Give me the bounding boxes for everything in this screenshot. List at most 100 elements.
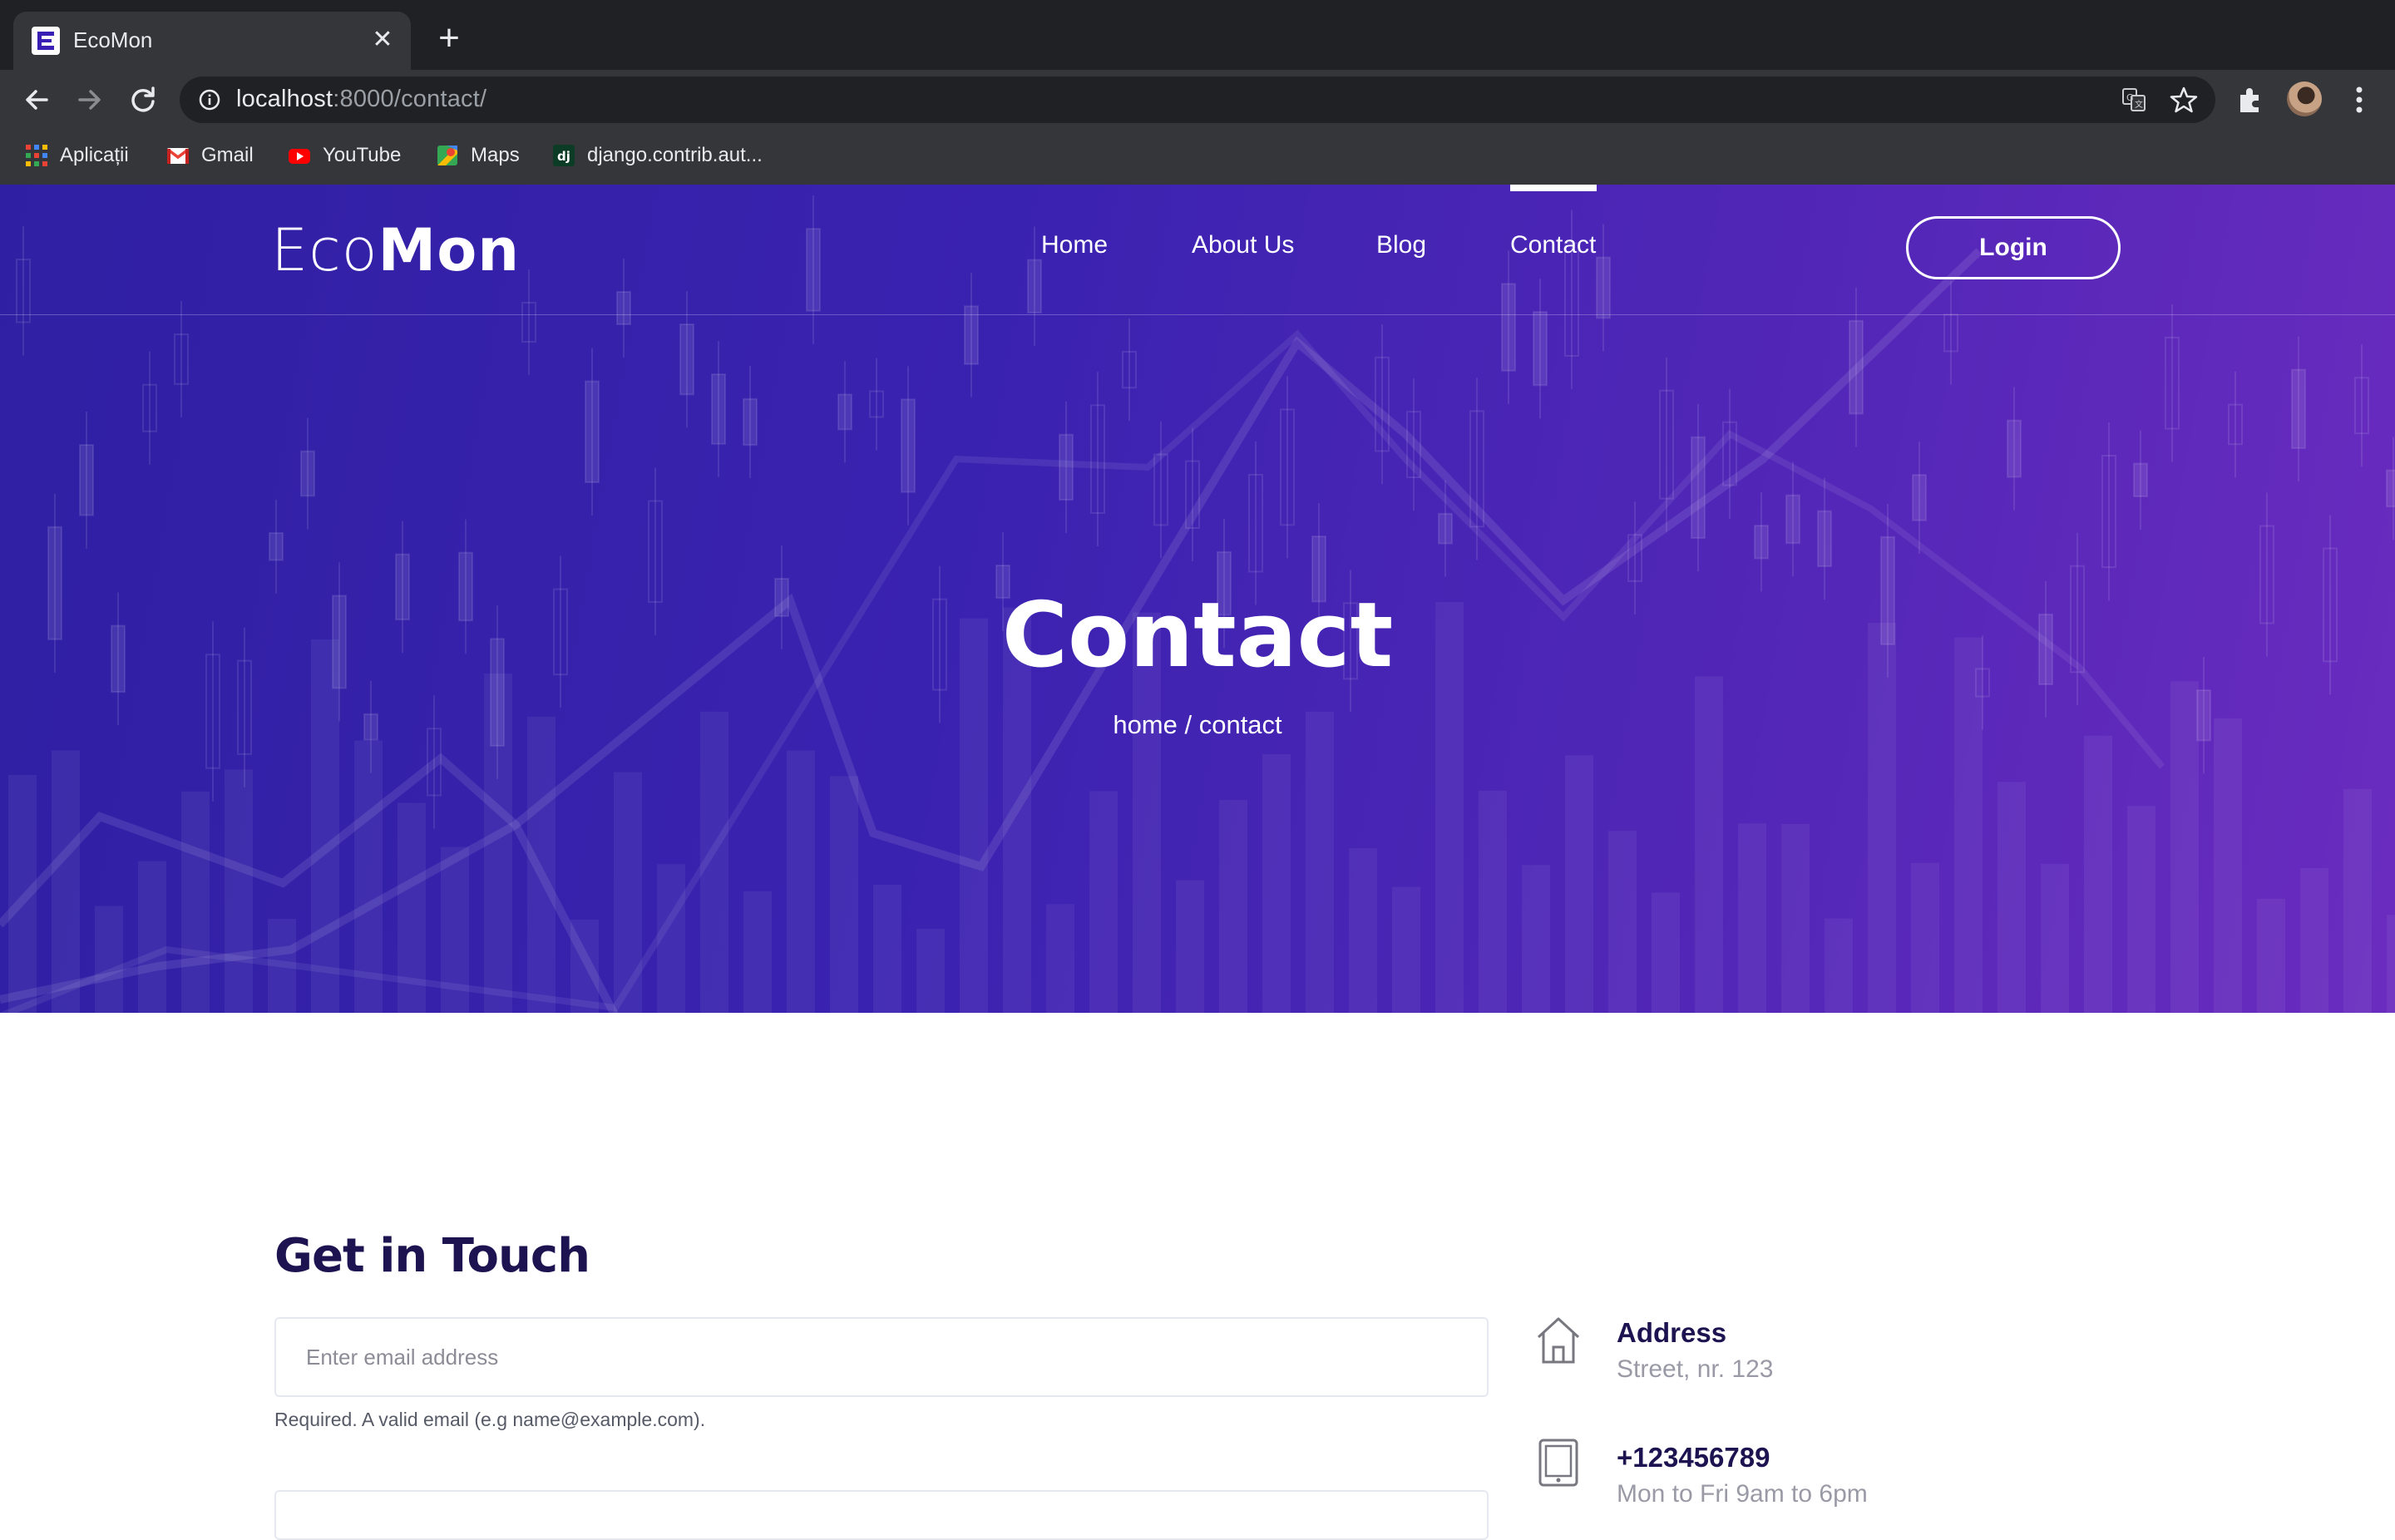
address-bar[interactable]: localhost:8000/contact/ G 文 xyxy=(180,77,2215,123)
background-candlestick xyxy=(2133,430,2148,530)
nav-home[interactable]: Home xyxy=(1041,231,1108,259)
background-volume-bar xyxy=(95,906,123,1013)
background-volume-bar xyxy=(873,884,901,1013)
background-volume-bar xyxy=(787,750,815,1013)
bookmark-apps[interactable]: Aplicații xyxy=(25,138,129,173)
section-title: Get in Touch xyxy=(274,1229,590,1283)
background-volume-bar xyxy=(1349,848,1377,1013)
logo-bold-text: Mon xyxy=(378,216,521,284)
background-volume-bar xyxy=(1219,799,1247,1013)
background-volume-bar xyxy=(1781,823,1810,1013)
background-volume-bar xyxy=(1652,892,1680,1013)
background-volume-bar xyxy=(1306,711,1334,1013)
background-volume-bar xyxy=(743,891,772,1013)
bookmark-django[interactable]: dj django.contrib.aut... xyxy=(552,138,763,173)
background-candlestick xyxy=(1090,372,1105,546)
bookmark-star-icon[interactable] xyxy=(2169,85,2199,115)
background-volume-bar xyxy=(2214,718,2242,1013)
logo-light-text: Eco xyxy=(271,216,378,284)
bookmark-label: Aplicații xyxy=(60,144,129,166)
background-candlestick xyxy=(585,348,600,516)
page-title: Contact xyxy=(1001,584,1394,688)
new-tab-icon[interactable]: + xyxy=(432,20,466,57)
bookmark-label: Gmail xyxy=(201,144,254,166)
nav-blog[interactable]: Blog xyxy=(1376,231,1426,259)
tablet-icon xyxy=(1538,1439,1578,1487)
tab-title: EcoMon xyxy=(73,27,153,52)
bookmark-maps[interactable]: Maps xyxy=(436,138,520,173)
browser-chrome: EcoMon ✕ + localhost:8000/contact/ G 文 A… xyxy=(0,0,2395,185)
background-candlestick xyxy=(1785,462,1800,577)
background-candlestick xyxy=(174,301,189,417)
background-candlestick xyxy=(711,341,726,477)
nav-about-us[interactable]: About Us xyxy=(1192,231,1294,259)
reload-icon[interactable] xyxy=(123,80,163,120)
background-volume-bar xyxy=(2127,806,2156,1013)
background-candlestick xyxy=(2354,344,2369,467)
bookmark-label: YouTube xyxy=(323,144,402,166)
phone-hours: Mon to Fri 9am to 6pm xyxy=(1617,1480,1868,1508)
site-info-icon[interactable] xyxy=(198,88,221,111)
translate-icon[interactable]: G 文 xyxy=(2121,86,2147,113)
background-candlestick xyxy=(300,417,315,530)
background-volume-bar xyxy=(1997,782,2026,1013)
email-help-text: Required. A valid email (e.g name@exampl… xyxy=(274,1409,706,1430)
bookmark-label: django.contrib.aut... xyxy=(587,144,763,166)
background-volume-bar xyxy=(1825,918,1853,1013)
tab-strip: EcoMon ✕ + xyxy=(0,0,2395,70)
svg-text:G: G xyxy=(2126,92,2134,103)
background-volume-bar xyxy=(1392,886,1420,1013)
background-volume-bar xyxy=(1262,753,1291,1013)
svg-text:文: 文 xyxy=(2135,99,2143,110)
background-candlestick xyxy=(1280,376,1295,559)
back-arrow-icon[interactable] xyxy=(17,80,57,120)
background-candlestick xyxy=(2101,422,2116,601)
background-volume-bar xyxy=(1911,862,1939,1013)
forward-arrow-icon[interactable] xyxy=(70,80,110,120)
url-host: localhost xyxy=(236,86,333,112)
background-volume-bar xyxy=(225,769,253,1013)
background-candlestick xyxy=(2386,437,2395,540)
background-volume-bar xyxy=(527,716,556,1013)
nav-contact[interactable]: Contact xyxy=(1510,231,1596,259)
background-volume-bar xyxy=(1522,865,1550,1013)
background-candlestick xyxy=(2228,371,2243,478)
phone-title: +123456789 xyxy=(1617,1442,1770,1473)
background-candlestick xyxy=(142,351,157,465)
bookmarks-bar: Aplicații Gmail YouTube Maps dj django.c… xyxy=(0,138,2395,173)
login-button[interactable]: Login xyxy=(1906,216,2121,279)
gmail-icon xyxy=(166,148,190,164)
ecomon-favicon-icon xyxy=(32,27,60,55)
address-title: Address xyxy=(1617,1317,1727,1348)
profile-avatar[interactable] xyxy=(2287,81,2322,116)
browser-menu-icon[interactable] xyxy=(2347,83,2372,116)
background-candlestick xyxy=(1912,442,1927,554)
close-tab-icon[interactable]: ✕ xyxy=(366,23,399,57)
background-volume-bar xyxy=(2041,863,2069,1013)
background-candlestick xyxy=(1722,388,1737,519)
background-candlestick xyxy=(2007,387,2022,511)
message-field[interactable] xyxy=(274,1490,1489,1540)
background-volume-bar xyxy=(2343,788,2372,1013)
background-candlestick xyxy=(837,361,852,463)
site-header: EcoMon Home About Us Blog Contact Login xyxy=(0,185,2395,315)
background-volume-bar xyxy=(52,750,80,1013)
background-candlestick xyxy=(901,366,916,526)
site-logo[interactable]: EcoMon xyxy=(271,216,520,284)
browser-tab[interactable]: EcoMon ✕ xyxy=(13,12,411,70)
extensions-puzzle-icon[interactable] xyxy=(2235,85,2265,115)
background-candlestick xyxy=(1691,403,1706,572)
url-path: :8000/contact/ xyxy=(333,86,487,112)
maps-icon xyxy=(437,146,457,165)
bookmark-youtube[interactable]: YouTube xyxy=(288,138,401,173)
background-volume-bar xyxy=(2257,898,2285,1013)
hero-banner: EcoMon Home About Us Blog Contact Login … xyxy=(0,185,2395,1013)
address-value: Street, nr. 123 xyxy=(1617,1355,1774,1383)
bookmark-gmail[interactable]: Gmail xyxy=(166,138,254,173)
background-candlestick xyxy=(1248,441,1263,605)
background-volume-bar xyxy=(916,928,945,1013)
django-icon: dj xyxy=(553,145,575,166)
background-candlestick xyxy=(869,358,884,451)
background-volume-bar xyxy=(2084,735,2112,1013)
email-field[interactable] xyxy=(274,1317,1489,1397)
